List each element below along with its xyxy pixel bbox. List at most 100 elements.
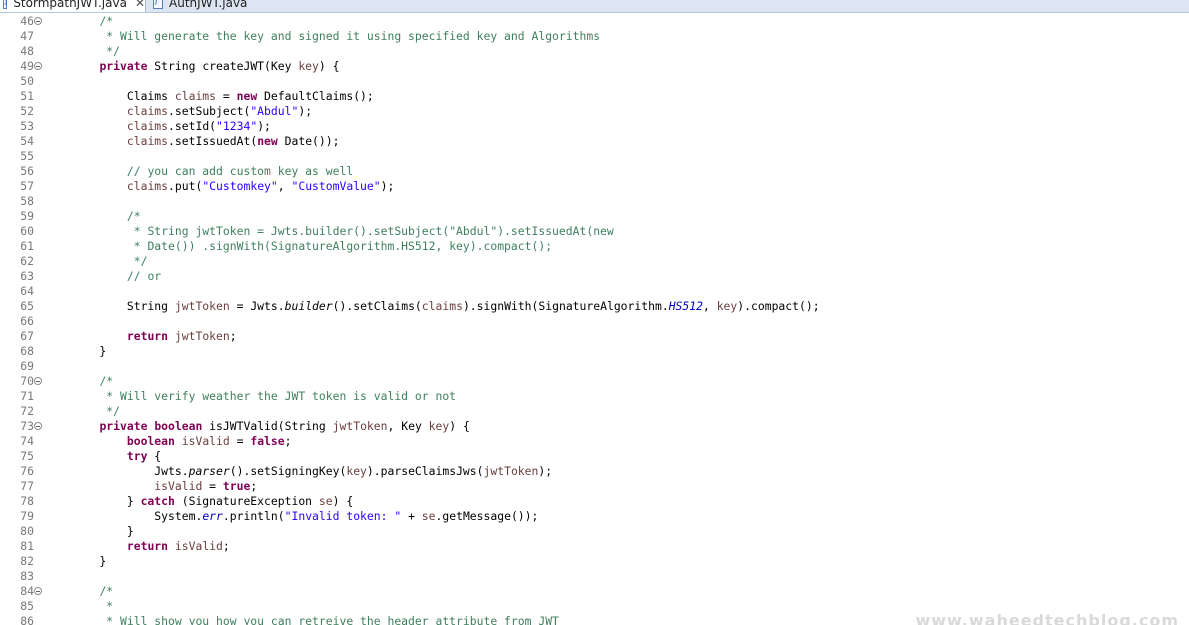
line-number: 65	[20, 299, 34, 313]
tab-label: AuthJWT.java	[169, 0, 248, 10]
close-icon[interactable]: ✕	[135, 0, 145, 10]
collapse-fold-icon[interactable]	[34, 422, 42, 430]
code-text: String jwtToken = Jwts.builder().setClai…	[72, 299, 820, 314]
code-line[interactable]: 48 */	[0, 44, 1189, 59]
code-line[interactable]: 64	[0, 284, 1189, 299]
code-line[interactable]: 63 // or	[0, 269, 1189, 284]
code-line[interactable]: 49 private String createJWT(Key key) {	[0, 59, 1189, 74]
code-line[interactable]: 51 Claims claims = new DefaultClaims();	[0, 89, 1189, 104]
code-token: key	[428, 419, 450, 433]
tab-stormpathjwt-java[interactable]: StormpathJWT.java ✕	[0, 0, 146, 12]
code-token: isValid	[181, 434, 230, 448]
code-text: * Will verify weather the JWT token is v…	[72, 389, 456, 404]
code-token: return	[126, 329, 169, 343]
code-line[interactable]: 70 /*	[0, 374, 1189, 389]
code-text: // you can add custom key as well	[72, 164, 353, 179]
code-line[interactable]: 65 String jwtToken = Jwts.builder().setC…	[0, 299, 1189, 314]
java-file-icon	[3, 0, 8, 9]
code-line[interactable]: 53 claims.setId("1234");	[0, 119, 1189, 134]
code-line[interactable]: 82 }	[0, 554, 1189, 569]
code-line[interactable]: 77 isValid = true;	[0, 479, 1189, 494]
code-token: , Key	[387, 419, 429, 433]
line-number: 73	[20, 419, 34, 433]
collapse-fold-icon[interactable]	[34, 62, 42, 70]
code-token: .setId(	[168, 119, 217, 133]
line-number: 76	[20, 464, 34, 478]
code-line[interactable]: 84 /*	[0, 584, 1189, 599]
line-number: 83	[20, 569, 34, 583]
code-token: ().setClaims(	[332, 299, 422, 313]
code-token: Date());	[277, 134, 340, 148]
code-token: false	[250, 434, 285, 448]
code-line[interactable]: 55	[0, 149, 1189, 164]
code-token: .println(	[222, 509, 285, 523]
code-line[interactable]: 68 }	[0, 344, 1189, 359]
line-number: 52	[20, 104, 34, 118]
code-text: return jwtToken;	[72, 329, 237, 344]
code-line[interactable]: 46 /*	[0, 14, 1189, 29]
code-line[interactable]: 72 */	[0, 404, 1189, 419]
code-token: new	[257, 134, 278, 148]
code-text: /*	[72, 14, 113, 29]
code-token: err	[202, 509, 223, 523]
code-line[interactable]: 76 Jwts.parser().setSigningKey(key).pars…	[0, 464, 1189, 479]
code-text: }	[72, 524, 134, 539]
tab-authjwt-java[interactable]: AuthJWT.java	[150, 0, 270, 12]
code-line[interactable]: 61 * Date()) .signWith(SignatureAlgorith…	[0, 239, 1189, 254]
line-number: 77	[20, 479, 34, 493]
code-token: * String jwtToken = Jwts.builder().setSu…	[133, 224, 614, 238]
code-token: ) {	[449, 419, 470, 433]
line-number: 56	[20, 164, 34, 178]
code-text: try {	[72, 449, 161, 464]
code-line[interactable]: 67 return jwtToken;	[0, 329, 1189, 344]
collapse-fold-icon[interactable]	[34, 587, 42, 595]
code-line[interactable]: 74 boolean isValid = false;	[0, 434, 1189, 449]
code-line[interactable]: 62 */	[0, 254, 1189, 269]
code-line[interactable]: 83	[0, 569, 1189, 584]
code-line[interactable]: 59 /*	[0, 209, 1189, 224]
collapse-fold-icon[interactable]	[34, 377, 42, 385]
line-number: 67	[20, 329, 34, 343]
code-text: boolean isValid = false;	[72, 434, 292, 449]
code-line[interactable]: 60 * String jwtToken = Jwts.builder().se…	[0, 224, 1189, 239]
code-editor[interactable]: 46 /* 47 * Will generate the key and sign…	[0, 14, 1189, 625]
code-line[interactable]: 73 private boolean isJWTValid(String jwt…	[0, 419, 1189, 434]
code-line[interactable]: 56 // you can add custom key as well	[0, 164, 1189, 179]
code-text: Claims claims = new DefaultClaims();	[72, 89, 374, 104]
collapse-fold-icon[interactable]	[34, 17, 42, 25]
code-token: */	[106, 44, 121, 58]
code-token: =	[202, 479, 223, 493]
line-number: 80	[20, 524, 34, 538]
code-token: ,	[702, 299, 717, 313]
line-number: 49	[20, 59, 34, 73]
code-token: ).parseClaimsJws(	[366, 464, 484, 478]
code-line[interactable]: 47 * Will generate the key and signed it…	[0, 29, 1189, 44]
code-token: );	[298, 104, 313, 118]
code-token: // you can add custom key as well	[126, 164, 354, 178]
code-line[interactable]: 58	[0, 194, 1189, 209]
code-text: return isValid;	[72, 539, 230, 554]
code-text: */	[72, 44, 120, 59]
code-line[interactable]: 69	[0, 359, 1189, 374]
line-number: 62	[20, 254, 34, 268]
code-text: claims.setSubject("Abdul");	[72, 104, 312, 119]
code-token: ;	[229, 329, 237, 343]
code-line[interactable]: 57 claims.put("Customkey", "CustomValue"…	[0, 179, 1189, 194]
code-line[interactable]: 81 return isValid;	[0, 539, 1189, 554]
code-line[interactable]: 79 System.err.println("Invalid token: " …	[0, 509, 1189, 524]
code-token: * Date()) .signWith(SignatureAlgorithm.H…	[133, 239, 553, 253]
code-line[interactable]: 78 } catch (SignatureException se) {	[0, 494, 1189, 509]
code-line[interactable]: 71 * Will verify weather the JWT token i…	[0, 389, 1189, 404]
code-line[interactable]: 52 claims.setSubject("Abdul");	[0, 104, 1189, 119]
code-line[interactable]: 75 try {	[0, 449, 1189, 464]
code-line[interactable]: 50	[0, 74, 1189, 89]
code-line[interactable]: 80 }	[0, 524, 1189, 539]
code-line[interactable]: 54 claims.setIssuedAt(new Date());	[0, 134, 1189, 149]
code-line[interactable]: 66	[0, 314, 1189, 329]
